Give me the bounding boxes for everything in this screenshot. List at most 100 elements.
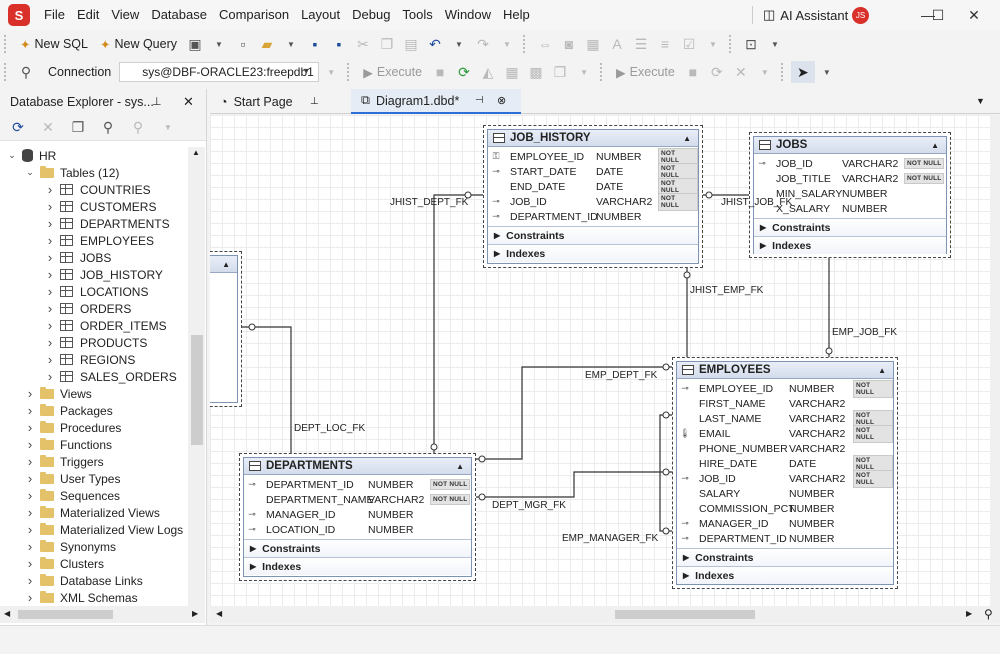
toolbar-grip[interactable] xyxy=(780,63,787,81)
tree-item-table[interactable]: › CUSTOMERS xyxy=(0,198,188,215)
chevron-down-icon[interactable]: ⌄ xyxy=(6,150,18,161)
relationship-dept-mgr[interactable] xyxy=(476,471,672,498)
section-constraints[interactable]: ▶ Constraints xyxy=(677,548,893,566)
chevron-right-icon[interactable]: › xyxy=(44,335,56,350)
scroll-left-icon[interactable]: ◀ xyxy=(4,609,10,618)
dropdown-arrow-icon[interactable]: ▼ xyxy=(495,33,519,55)
chevron-right-icon[interactable]: › xyxy=(44,250,56,265)
tree-item-table[interactable]: › PRODUCTS xyxy=(0,334,188,351)
tree-item-folder[interactable]: › Views xyxy=(0,385,188,402)
menu-tools[interactable]: Tools xyxy=(396,0,438,30)
section-constraints[interactable]: ▶ Constraints xyxy=(488,226,698,244)
collapse-icon[interactable]: ▲ xyxy=(222,260,230,269)
pin-icon[interactable]: ⊥ xyxy=(310,96,319,107)
section-constraints[interactable]: ▶ Constraints xyxy=(754,218,946,236)
close-icon[interactable]: ✕ xyxy=(729,61,753,83)
section-indexes[interactable]: ▶ Indexes xyxy=(754,236,946,254)
chevron-right-icon[interactable]: › xyxy=(24,590,36,605)
close-tab-icon[interactable]: ⊗ xyxy=(497,94,506,107)
tree-item-table[interactable]: › REGIONS xyxy=(0,351,188,368)
pin-icon[interactable]: ⊣ xyxy=(475,95,484,106)
dropdown-arrow-icon[interactable]: ▼ xyxy=(763,33,787,55)
list-icon[interactable]: ☰ xyxy=(629,33,653,55)
column-row[interactable]: ⊸ MANAGER_ID NUMBER xyxy=(244,507,471,522)
tree-item-folder[interactable]: › Functions xyxy=(0,436,188,453)
collapse-icon[interactable]: ▲ xyxy=(456,462,464,471)
paste-icon[interactable]: ▤ xyxy=(399,33,423,55)
connection-select[interactable]: sys@DBF-ORACLE23:freepdb1 ▼ xyxy=(119,62,320,82)
refresh-icon[interactable]: ⟳ xyxy=(452,61,476,83)
image-icon[interactable]: ▩ xyxy=(524,61,548,83)
refresh-icon[interactable]: ⟳ xyxy=(6,116,30,138)
tree-item-table[interactable]: › JOBS xyxy=(0,249,188,266)
table-icon[interactable]: ▦ xyxy=(581,33,605,55)
column-row[interactable]: ⊸ JOB_ID VARCHAR2 NOT NULL xyxy=(488,192,698,211)
toolbar-grip[interactable] xyxy=(4,63,10,81)
scroll-left-icon[interactable]: ◀ xyxy=(216,609,222,618)
tree-item-table[interactable]: › EMPLOYEES xyxy=(0,232,188,249)
collapse-icon[interactable]: ▲ xyxy=(683,134,691,143)
tab-diagram[interactable]: ⧉ Diagram1.dbd* ⊣ ⊗ xyxy=(351,89,521,114)
check-list-icon[interactable]: ☑ xyxy=(677,33,701,55)
menu-edit[interactable]: Edit xyxy=(71,0,105,30)
expand-icon[interactable]: ▶ xyxy=(494,231,500,240)
menu-layout[interactable]: Layout xyxy=(295,0,346,30)
tree-item-hr[interactable]: ⌄ HR xyxy=(0,147,188,164)
format-icon[interactable]: ⇔ xyxy=(533,33,557,55)
expand-icon[interactable]: ▶ xyxy=(760,223,766,232)
expand-icon[interactable]: ▶ xyxy=(683,571,689,580)
entity-departments[interactable]: DEPARTMENTS ▲ ⊸ DEPARTMENT_ID NUMBER NOT NULL… xyxy=(239,453,476,581)
tree-item-table[interactable]: › COUNTRIES xyxy=(0,181,188,198)
column-row[interactable]: ⊸ JOB_ID VARCHAR2 NOT NULL xyxy=(754,156,946,171)
tree-item-folder[interactable]: › Synonyms xyxy=(0,538,188,555)
chevron-right-icon[interactable]: › xyxy=(44,352,56,367)
chevron-right-icon[interactable]: › xyxy=(44,301,56,316)
chevron-right-icon[interactable]: › xyxy=(44,369,56,384)
scrollbar-thumb[interactable] xyxy=(615,610,755,619)
scroll-up-icon[interactable]: ▲ xyxy=(192,148,200,157)
relationship-dept-loc[interactable] xyxy=(242,326,292,453)
tree-vertical-scrollbar[interactable]: ▲ xyxy=(188,147,205,607)
user-avatar[interactable]: JS xyxy=(852,7,869,24)
tree-horizontal-scrollbar[interactable]: ◀ ▶ xyxy=(0,606,205,623)
chevron-down-icon[interactable]: ⌄ xyxy=(24,167,36,178)
chevron-right-icon[interactable]: › xyxy=(24,488,36,503)
expand-icon[interactable]: ▶ xyxy=(494,249,500,258)
chevron-right-icon[interactable]: › xyxy=(44,267,56,282)
chevron-right-icon[interactable]: › xyxy=(24,556,36,571)
disconnect-icon[interactable]: ⚲ xyxy=(126,116,150,138)
copy-icon[interactable]: ❐ xyxy=(375,33,399,55)
save-icon[interactable]: ▪ xyxy=(303,33,327,55)
expand-icon[interactable]: ▶ xyxy=(760,241,766,250)
column-row[interactable]: DEPARTMENT_NAME VARCHAR2 NOT NULL xyxy=(244,492,471,507)
scroll-right-icon[interactable]: ▶ xyxy=(966,609,972,618)
stop-icon[interactable]: ■ xyxy=(681,61,705,83)
section-indexes[interactable]: ▶ Indexes xyxy=(677,566,893,584)
collapse-icon[interactable]: ▲ xyxy=(878,366,886,375)
delete-icon[interactable]: ✕ xyxy=(36,116,60,138)
tree-item-table[interactable]: › ORDERS xyxy=(0,300,188,317)
redo-icon[interactable]: ↷ xyxy=(471,33,495,55)
tree-item-folder[interactable]: › Packages xyxy=(0,402,188,419)
menu-help[interactable]: Help xyxy=(497,0,536,30)
pointer-icon[interactable]: ➤ xyxy=(790,61,815,83)
dropdown-arrow-icon[interactable]: ▼ xyxy=(701,33,725,55)
tree-item-table[interactable]: › ORDER_ITEMS xyxy=(0,317,188,334)
column-row[interactable]: COMMISSION_PCT NUMBER xyxy=(677,501,893,516)
close-icon[interactable]: ✕ xyxy=(183,94,194,110)
relationship-jhist-dept[interactable] xyxy=(433,194,483,453)
toolbar-grip[interactable] xyxy=(600,63,606,81)
ai-assistant-button[interactable]: ◫ AI Assistant xyxy=(752,0,848,30)
zoom-fit-icon[interactable]: ⊡ xyxy=(739,33,763,55)
toolbar-grip[interactable] xyxy=(729,35,735,53)
chevron-right-icon[interactable]: › xyxy=(44,284,56,299)
execute-button-2[interactable]: ▶ Execute xyxy=(610,61,681,83)
section-indexes[interactable]: ▶ Indexes xyxy=(488,244,698,262)
grid-icon[interactable]: ▦ xyxy=(500,61,524,83)
entity-employees[interactable]: EMPLOYEES ▲ ⊸ EMPLOYEE_ID NUMBER NOT NULL FIRS… xyxy=(672,357,898,589)
new-sql-button[interactable]: ✦ New SQL xyxy=(14,33,94,55)
column-row[interactable]: ⊸ EMPLOYEE_ID NUMBER NOT NULL xyxy=(677,379,893,398)
menu-window[interactable]: Window xyxy=(439,0,497,30)
dropdown-arrow-icon[interactable]: ▼ xyxy=(207,33,231,55)
snapshot-icon[interactable]: ◙ xyxy=(557,33,581,55)
